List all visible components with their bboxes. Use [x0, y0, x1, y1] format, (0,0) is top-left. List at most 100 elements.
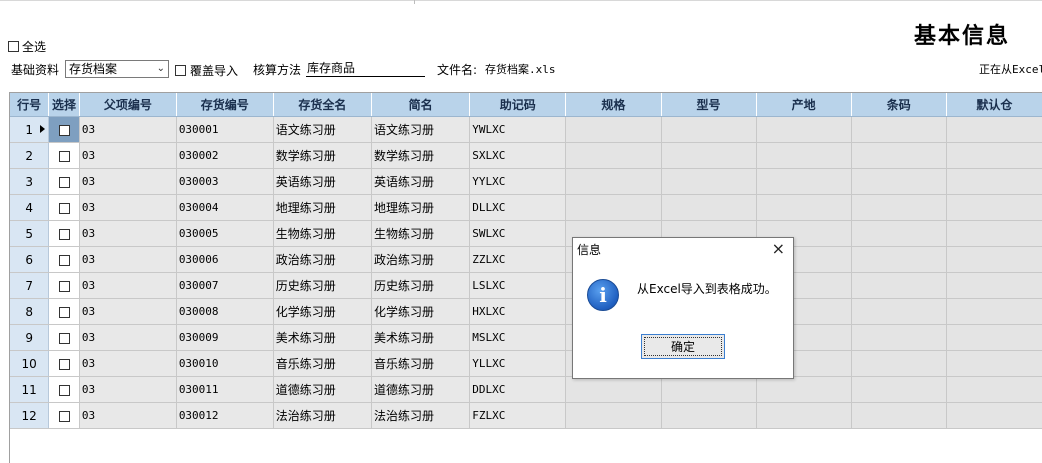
cell-empty[interactable] — [851, 402, 947, 429]
table-row[interactable]: 6 03 030006 政治练习册 政治练习册 ZZLXC — [10, 246, 1042, 273]
cell-short[interactable]: 法治练习册 — [371, 402, 471, 429]
select-all-checkbox[interactable] — [8, 41, 19, 52]
row-select-cell[interactable] — [48, 194, 80, 221]
table-row[interactable]: 10 03 030010 音乐练习册 音乐练习册 YLLXC — [10, 350, 1042, 377]
row-checkbox[interactable] — [58, 358, 70, 370]
cell-parent[interactable]: 03 — [79, 272, 177, 299]
column-header[interactable]: 父项编号 — [79, 93, 177, 117]
row-select-cell[interactable] — [48, 142, 80, 169]
cell-mnemonic[interactable]: MSLXC — [469, 324, 567, 351]
cell-code[interactable]: 030004 — [176, 194, 274, 221]
cell-empty[interactable] — [756, 376, 852, 403]
cell-mnemonic[interactable]: YLLXC — [469, 350, 567, 377]
column-header[interactable]: 存货全名 — [273, 93, 373, 117]
cell-empty[interactable] — [946, 402, 1042, 429]
cell-parent[interactable]: 03 — [79, 168, 177, 195]
cell-short[interactable]: 语文练习册 — [371, 116, 471, 143]
cell-empty[interactable] — [661, 142, 757, 169]
cell-name[interactable]: 美术练习册 — [273, 324, 373, 351]
cell-code[interactable]: 030009 — [176, 324, 274, 351]
row-checkbox[interactable] — [58, 332, 70, 344]
cell-mnemonic[interactable]: SWLXC — [469, 220, 567, 247]
table-row[interactable]: 8 03 030008 化学练习册 化学练习册 HXLXC — [10, 298, 1042, 325]
row-checkbox[interactable] — [58, 254, 70, 266]
cell-empty[interactable] — [851, 142, 947, 169]
cell-empty[interactable] — [851, 298, 947, 325]
cell-code[interactable]: 030002 — [176, 142, 274, 169]
cell-empty[interactable] — [851, 350, 947, 377]
cell-name[interactable]: 政治练习册 — [273, 246, 373, 273]
row-select-cell[interactable] — [48, 168, 80, 195]
cell-empty[interactable] — [756, 402, 852, 429]
cell-short[interactable]: 历史练习册 — [371, 272, 471, 299]
cell-mnemonic[interactable]: FZLXC — [469, 402, 567, 429]
row-select-cell[interactable] — [48, 116, 80, 143]
cell-short[interactable]: 音乐练习册 — [371, 350, 471, 377]
cell-empty[interactable] — [851, 272, 947, 299]
cell-name[interactable]: 音乐练习册 — [273, 350, 373, 377]
cell-empty[interactable] — [661, 402, 757, 429]
column-header[interactable]: 行号 — [10, 93, 50, 117]
cell-short[interactable]: 地理练习册 — [371, 194, 471, 221]
cell-short[interactable]: 数学练习册 — [371, 142, 471, 169]
cell-empty[interactable] — [946, 324, 1042, 351]
cell-empty[interactable] — [946, 168, 1042, 195]
cell-empty[interactable] — [946, 116, 1042, 143]
cell-code[interactable]: 030008 — [176, 298, 274, 325]
column-header[interactable]: 简名 — [371, 93, 471, 117]
cell-parent[interactable]: 03 — [79, 116, 177, 143]
cell-empty[interactable] — [851, 220, 947, 247]
cell-empty[interactable] — [946, 220, 1042, 247]
row-select-cell[interactable] — [48, 376, 80, 403]
table-row[interactable]: 2 03 030002 数学练习册 数学练习册 SXLXC — [10, 142, 1042, 169]
cell-code[interactable]: 030005 — [176, 220, 274, 247]
row-checkbox[interactable] — [58, 150, 70, 162]
cell-empty[interactable] — [565, 376, 662, 403]
cell-mnemonic[interactable]: DDLXC — [469, 376, 567, 403]
row-checkbox[interactable] — [58, 202, 70, 214]
cell-name[interactable]: 生物练习册 — [273, 220, 373, 247]
cell-name[interactable]: 地理练习册 — [273, 194, 373, 221]
cell-mnemonic[interactable]: LSLXC — [469, 272, 567, 299]
cell-mnemonic[interactable]: DLLXC — [469, 194, 567, 221]
cell-parent[interactable]: 03 — [79, 298, 177, 325]
cell-empty[interactable] — [946, 246, 1042, 273]
cell-empty[interactable] — [565, 142, 662, 169]
cell-empty[interactable] — [661, 168, 757, 195]
cell-short[interactable]: 道德练习册 — [371, 376, 471, 403]
base-data-dropdown[interactable]: 存货档案 ⌄ — [65, 60, 169, 78]
cell-code[interactable]: 030006 — [176, 246, 274, 273]
cell-empty[interactable] — [851, 116, 947, 143]
cell-code[interactable]: 030012 — [176, 402, 274, 429]
table-row[interactable]: 4 03 030004 地理练习册 地理练习册 DLLXC — [10, 194, 1042, 221]
cell-empty[interactable] — [851, 324, 947, 351]
row-checkbox[interactable] — [58, 176, 70, 188]
column-header[interactable]: 默认仓 — [946, 93, 1042, 117]
cell-empty[interactable] — [565, 194, 662, 221]
cell-mnemonic[interactable]: SXLXC — [469, 142, 567, 169]
row-select-cell[interactable] — [48, 298, 80, 325]
cell-empty[interactable] — [661, 116, 757, 143]
row-select-cell[interactable] — [48, 220, 80, 247]
row-checkbox[interactable] — [58, 280, 70, 292]
row-select-cell[interactable] — [48, 272, 80, 299]
row-checkbox[interactable] — [58, 384, 70, 396]
row-checkbox[interactable] — [58, 228, 70, 240]
cell-empty[interactable] — [756, 142, 852, 169]
cell-empty[interactable] — [565, 168, 662, 195]
cell-mnemonic[interactable]: ZZLXC — [469, 246, 567, 273]
cell-code[interactable]: 030001 — [176, 116, 274, 143]
table-row[interactable]: 12 03 030012 法治练习册 法治练习册 FZLXC — [10, 402, 1042, 429]
cell-name[interactable]: 法治练习册 — [273, 402, 373, 429]
column-header[interactable]: 产地 — [756, 93, 852, 117]
cell-parent[interactable]: 03 — [79, 246, 177, 273]
row-select-cell[interactable] — [48, 324, 80, 351]
column-header[interactable]: 存货编号 — [176, 93, 274, 117]
cell-empty[interactable] — [946, 272, 1042, 299]
cell-short[interactable]: 化学练习册 — [371, 298, 471, 325]
cell-name[interactable]: 语文练习册 — [273, 116, 373, 143]
cell-name[interactable]: 英语练习册 — [273, 168, 373, 195]
cell-parent[interactable]: 03 — [79, 220, 177, 247]
table-row[interactable]: 3 03 030003 英语练习册 英语练习册 YYLXC — [10, 168, 1042, 195]
table-row[interactable]: 7 03 030007 历史练习册 历史练习册 LSLXC — [10, 272, 1042, 299]
